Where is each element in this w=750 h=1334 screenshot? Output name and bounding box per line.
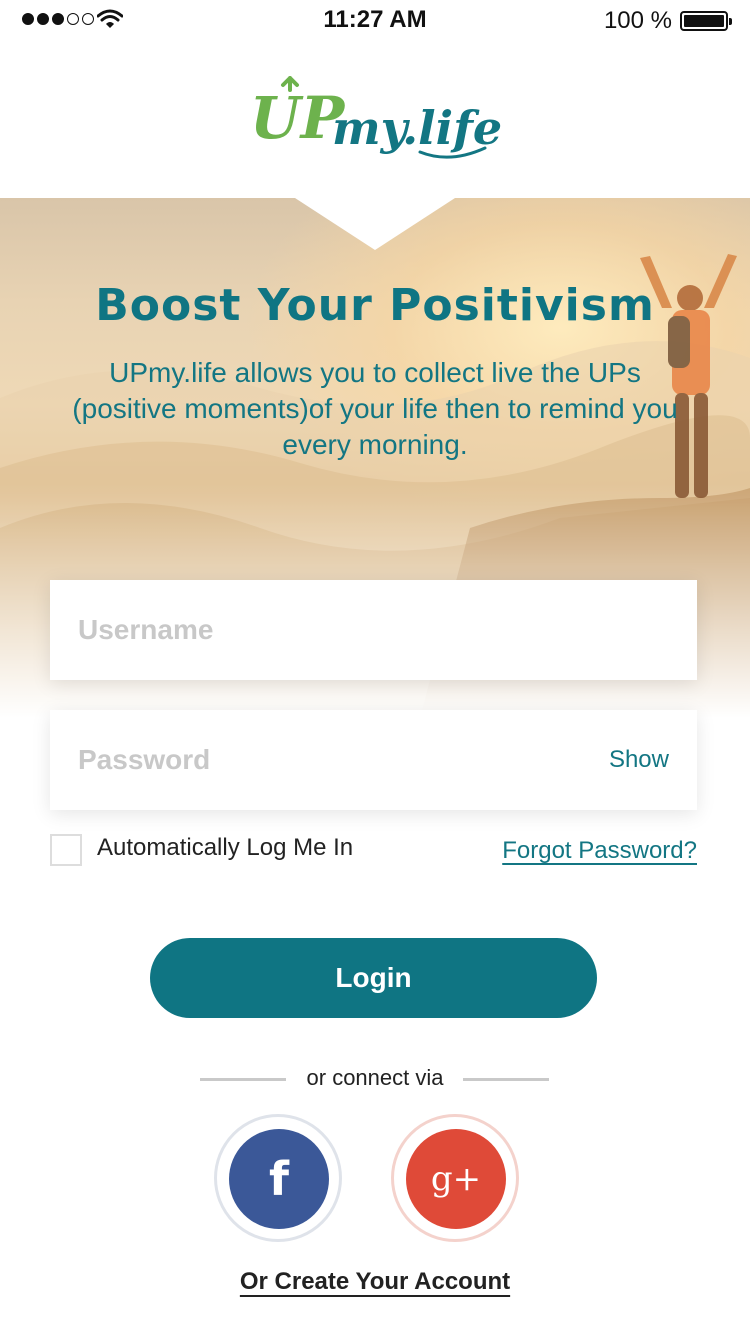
password-input[interactable] [50, 710, 697, 810]
upmylife-logo: UP my.life [250, 76, 502, 159]
auto-login-label: Automatically Log Me In [97, 834, 354, 861]
facebook-icon: f [229, 1129, 329, 1229]
svg-text:my.life: my.life [332, 101, 502, 155]
battery-icon [680, 11, 732, 31]
google-plus-icon: g+ [406, 1129, 506, 1229]
divider-line-right [463, 1078, 549, 1081]
login-button[interactable]: Login [150, 938, 597, 1018]
create-account-container: Or Create Your Account [0, 1268, 750, 1296]
password-field-container: Show [50, 710, 697, 810]
auto-login-checkbox[interactable] [50, 834, 82, 866]
forgot-password-link[interactable]: Forgot Password? [502, 837, 697, 865]
username-input[interactable] [50, 580, 697, 680]
username-field-container [50, 580, 697, 680]
create-account-link[interactable]: Or Create Your Account [240, 1268, 510, 1295]
status-bar: 11:27 AM 100 % [0, 0, 750, 40]
header-notch [295, 198, 455, 250]
battery-percent: 100 % [603, 7, 672, 34]
hero-description: UPmy.life allows you to collect live the… [72, 357, 678, 460]
show-password-button[interactable]: Show [609, 746, 669, 774]
facebook-login-button[interactable]: f [214, 1114, 342, 1242]
logo-header: UP my.life [0, 40, 750, 198]
connect-via-label: or connect via [306, 1065, 444, 1090]
hero-headline: Boost Your Positivism [95, 280, 655, 331]
google-plus-login-button[interactable]: g+ [391, 1114, 519, 1242]
